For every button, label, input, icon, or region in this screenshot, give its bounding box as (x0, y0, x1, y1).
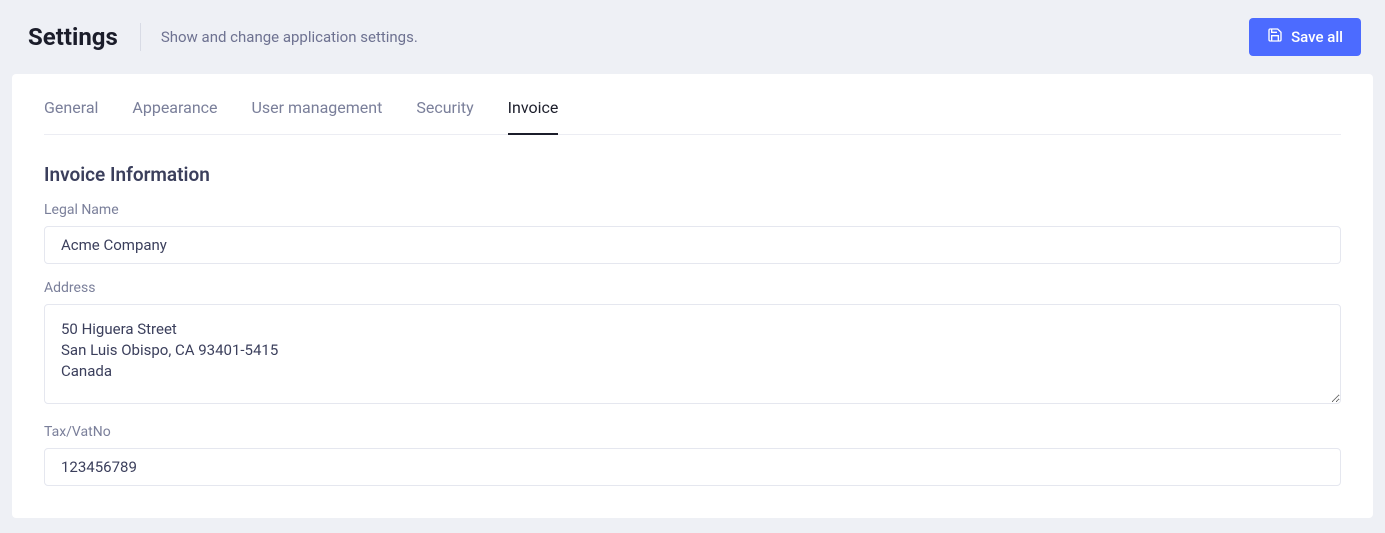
tab-user-management[interactable]: User management (252, 98, 383, 135)
page-subtitle: Show and change application settings. (161, 28, 418, 46)
settings-card: General Appearance User management Secur… (12, 74, 1373, 518)
tab-appearance[interactable]: Appearance (132, 98, 217, 135)
tabs-nav: General Appearance User management Secur… (44, 74, 1341, 135)
save-button-label: Save all (1291, 28, 1343, 46)
legal-name-label: Legal Name (44, 202, 1341, 218)
save-all-button[interactable]: Save all (1249, 18, 1361, 56)
tax-vat-label: Tax/VatNo (44, 424, 1341, 440)
page-title: Settings (28, 23, 118, 51)
address-label: Address (44, 280, 1341, 296)
page-header: Settings Show and change application set… (0, 0, 1385, 74)
tab-invoice[interactable]: Invoice (508, 98, 559, 135)
section-title: Invoice Information (44, 163, 1341, 186)
header-divider (140, 23, 141, 51)
header-left: Settings Show and change application set… (28, 23, 418, 51)
tab-general[interactable]: General (44, 98, 98, 135)
legal-name-input[interactable] (44, 226, 1341, 264)
save-icon (1267, 27, 1283, 47)
tax-vat-input[interactable] (44, 448, 1341, 486)
address-textarea[interactable]: 50 Higuera Street San Luis Obispo, CA 93… (44, 304, 1341, 404)
tab-security[interactable]: Security (416, 98, 473, 135)
